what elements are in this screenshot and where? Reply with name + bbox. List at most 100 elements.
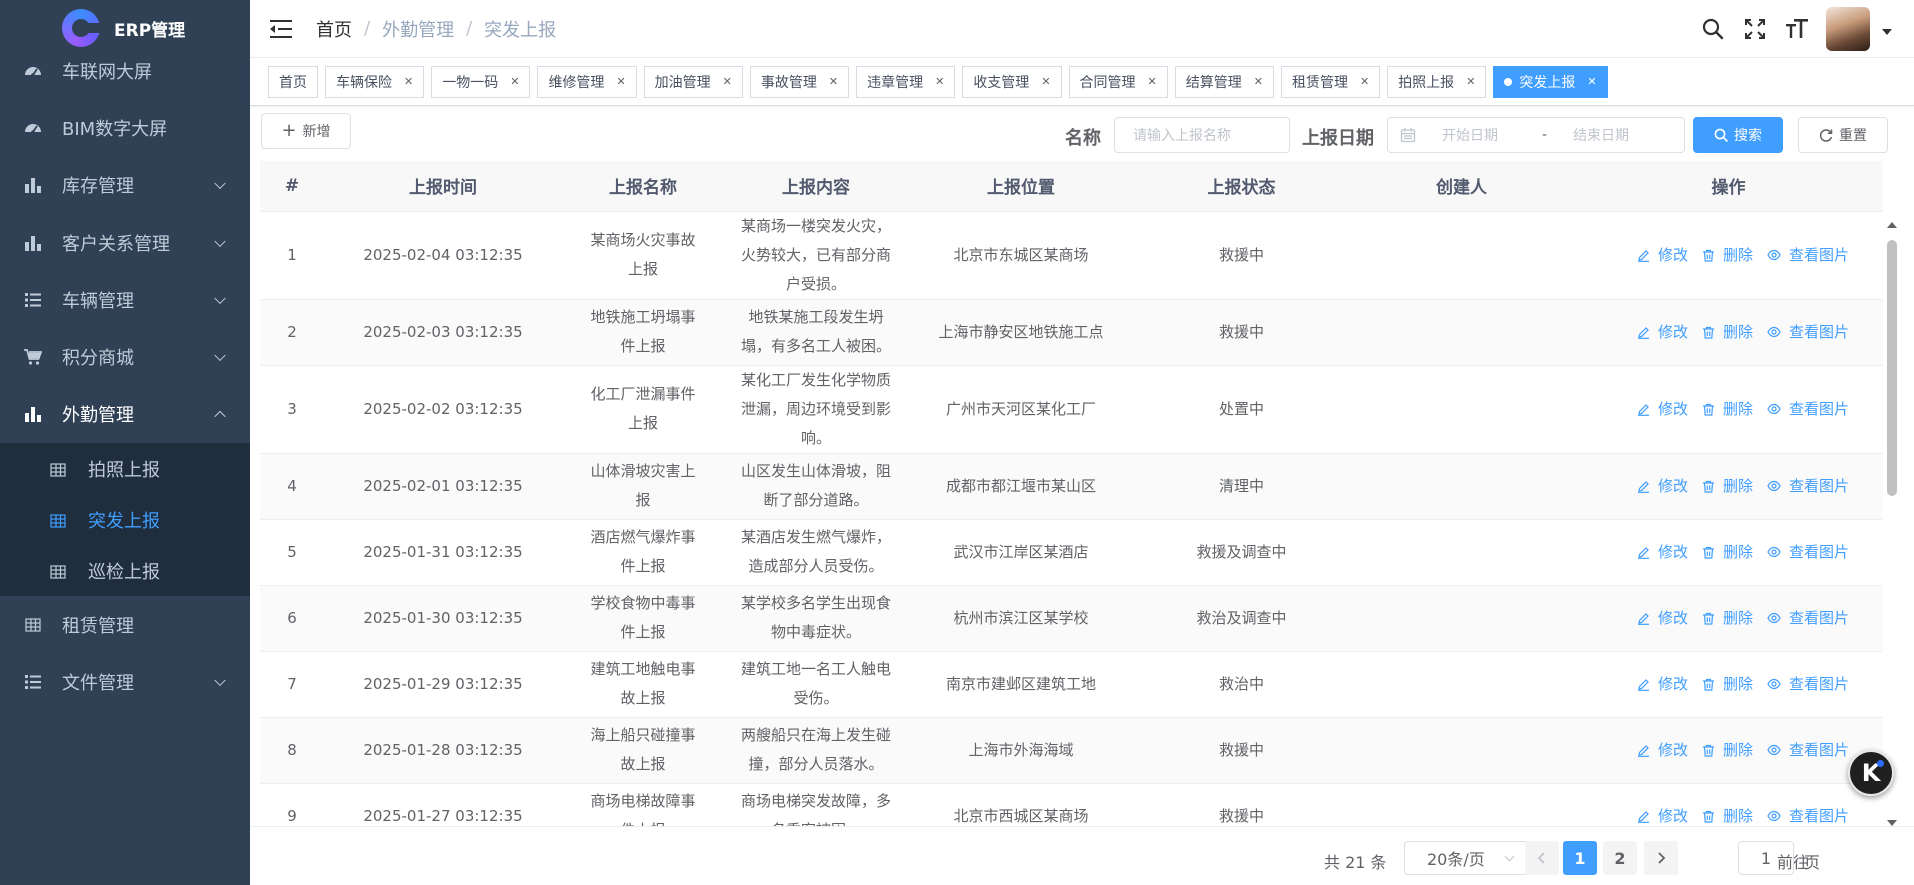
page-size-select[interactable]: 20条/页 (1404, 841, 1528, 875)
close-icon[interactable]: ✕ (1148, 75, 1157, 88)
tab-item[interactable]: 首页 (268, 65, 318, 98)
delete-button[interactable]: 删除 (1702, 538, 1753, 567)
tab-item[interactable]: 违章管理 ✕ (856, 65, 956, 98)
tab-active[interactable]: 突发上报 ✕ (1493, 65, 1608, 98)
tab-item[interactable]: 合同管理 ✕ (1068, 65, 1168, 98)
close-icon[interactable]: ✕ (723, 75, 732, 88)
close-icon[interactable]: ✕ (829, 75, 838, 88)
start-date-placeholder[interactable]: 开始日期 (1442, 125, 1542, 145)
view-image-button[interactable]: 查看图片 (1767, 241, 1849, 270)
font-size-icon[interactable] (1784, 16, 1810, 42)
tab-item[interactable]: 事故管理 ✕ (749, 65, 850, 98)
scroll-up-icon[interactable] (1887, 222, 1897, 228)
view-image-button[interactable]: 查看图片 (1767, 395, 1849, 424)
reset-button[interactable]: 重置 (1798, 117, 1888, 153)
edit-button[interactable]: 修改 (1637, 736, 1688, 765)
close-icon[interactable]: ✕ (1360, 75, 1369, 88)
sidebar-item[interactable]: 外勤管理 (0, 386, 250, 443)
close-icon[interactable]: ✕ (935, 75, 944, 88)
delete-button[interactable]: 删除 (1702, 318, 1753, 347)
view-image-button[interactable]: 查看图片 (1767, 318, 1849, 347)
date-range-picker[interactable]: 开始日期 - 结束日期 (1387, 117, 1685, 153)
app-logo[interactable]: ERP管理 (0, 0, 250, 56)
view-image-button[interactable]: 查看图片 (1767, 802, 1849, 827)
goto-page-input[interactable]: 1 (1738, 841, 1794, 875)
sidebar-item[interactable]: 文件管理 (0, 653, 250, 710)
tab-item[interactable]: 车辆保险 ✕ (325, 65, 425, 98)
close-icon[interactable]: ✕ (616, 75, 625, 88)
tab-item[interactable]: 拍照上报 ✕ (1387, 65, 1487, 98)
eye-icon (1767, 744, 1785, 756)
close-icon[interactable]: ✕ (1041, 75, 1050, 88)
view-image-button[interactable]: 查看图片 (1767, 604, 1849, 633)
prev-page-button[interactable] (1525, 841, 1559, 875)
close-icon[interactable]: ✕ (1254, 75, 1263, 88)
table-row[interactable]: 7 2025-01-29 03:12:35 建筑工地触电事故上报 建筑工地一名工人触电… (260, 651, 1883, 718)
end-date-placeholder[interactable]: 结束日期 (1573, 125, 1629, 145)
delete-button[interactable]: 删除 (1702, 736, 1753, 765)
sidebar-item[interactable]: 租赁管理 (0, 596, 250, 653)
sidebar-subitem[interactable]: 巡检上报 (0, 545, 250, 596)
close-icon[interactable]: ✕ (510, 75, 519, 88)
breadcrumb-home[interactable]: 首页 (316, 16, 352, 42)
user-avatar[interactable] (1826, 7, 1870, 51)
delete-button[interactable]: 删除 (1702, 670, 1753, 699)
page-button-1[interactable]: 1 (1563, 841, 1597, 875)
table-row[interactable]: 3 2025-02-02 03:12:35 化工厂泄漏事件上报 某化工厂发生化学物质泄… (260, 365, 1883, 454)
sidebar-item[interactable]: 积分商城 (0, 328, 250, 385)
hamburger-icon[interactable] (270, 19, 292, 38)
next-page-button[interactable] (1644, 841, 1678, 875)
search-icon[interactable] (1700, 16, 1726, 42)
table-row[interactable]: 1 2025-02-04 03:12:35 某商场火灾事故上报 某商场一楼突发火灾，火… (260, 211, 1883, 300)
edit-button[interactable]: 修改 (1637, 472, 1688, 501)
edit-button[interactable]: 修改 (1637, 802, 1688, 827)
add-button[interactable]: + 新增 (261, 113, 351, 149)
tab-item[interactable]: 结算管理 ✕ (1174, 65, 1274, 98)
sidebar-item[interactable]: BIM数字大屏 (0, 99, 250, 156)
close-icon[interactable]: ✕ (1587, 75, 1596, 88)
sidebar-item[interactable]: 车辆管理 (0, 271, 250, 328)
close-icon[interactable]: ✕ (404, 75, 413, 88)
caret-down-icon[interactable] (1882, 29, 1892, 35)
scrollbar-thumb[interactable] (1887, 240, 1897, 496)
delete-button[interactable]: 删除 (1702, 395, 1753, 424)
edit-button[interactable]: 修改 (1637, 604, 1688, 633)
fullscreen-icon[interactable] (1742, 16, 1768, 42)
tab-item[interactable]: 加油管理 ✕ (643, 65, 743, 98)
edit-button[interactable]: 修改 (1637, 318, 1688, 347)
sidebar-subitem[interactable]: 突发上报 (0, 494, 250, 545)
tab-item[interactable]: 一物一码 ✕ (431, 65, 531, 98)
delete-button[interactable]: 删除 (1702, 472, 1753, 501)
view-image-button[interactable]: 查看图片 (1767, 472, 1849, 501)
edit-button[interactable]: 修改 (1637, 670, 1688, 699)
tab-item[interactable]: 收支管理 ✕ (962, 65, 1062, 98)
sidebar-item[interactable]: 库存管理 (0, 157, 250, 214)
tab-item[interactable]: 租赁管理 ✕ (1280, 65, 1381, 98)
view-image-button-label: 查看图片 (1788, 245, 1849, 264)
search-button[interactable]: 搜索 (1693, 117, 1783, 153)
delete-button[interactable]: 删除 (1702, 604, 1753, 633)
close-icon[interactable]: ✕ (1466, 75, 1475, 88)
table-scrollbar[interactable] (1883, 214, 1901, 826)
tab-item[interactable]: 维修管理 ✕ (537, 65, 637, 98)
edit-button[interactable]: 修改 (1637, 241, 1688, 270)
table-row[interactable]: 4 2025-02-01 03:12:35 山体滑坡灾害上报 山区发生山体滑坡，阻断了… (260, 453, 1883, 520)
delete-button[interactable]: 删除 (1702, 241, 1753, 270)
view-image-button[interactable]: 查看图片 (1767, 670, 1849, 699)
view-image-button[interactable]: 查看图片 (1767, 736, 1849, 765)
floating-assistant-icon[interactable]: K (1848, 750, 1894, 796)
report-time: 2025-02-02 03:12:35 (324, 365, 562, 454)
name-search-input[interactable]: 请输入上报名称 (1114, 117, 1290, 153)
delete-button[interactable]: 删除 (1702, 802, 1753, 827)
table-row[interactable]: 2 2025-02-03 03:12:35 地铁施工坍塌事件上报 地铁某施工段发生坍塌… (260, 299, 1883, 366)
page-button-2[interactable]: 2 (1603, 841, 1637, 875)
edit-button[interactable]: 修改 (1637, 395, 1688, 424)
table-row[interactable]: 8 2025-01-28 03:12:35 海上船只碰撞事故上报 两艘船只在海上发生碰… (260, 717, 1883, 784)
table-row[interactable]: 6 2025-01-30 03:12:35 学校食物中毒事件上报 某学校多名学生出现食… (260, 585, 1883, 652)
edit-button[interactable]: 修改 (1637, 538, 1688, 567)
table-row[interactable]: 5 2025-01-31 03:12:35 酒店燃气爆炸事件上报 某酒店发生燃气爆炸，… (260, 519, 1883, 586)
table-row[interactable]: 92025-01-27 03:12:35商场电梯故障事件上报商场电梯突发故障，多… (260, 783, 1883, 826)
sidebar-subitem[interactable]: 拍照上报 (0, 443, 250, 494)
sidebar-item[interactable]: 客户关系管理 (0, 214, 250, 271)
view-image-button[interactable]: 查看图片 (1767, 538, 1849, 567)
